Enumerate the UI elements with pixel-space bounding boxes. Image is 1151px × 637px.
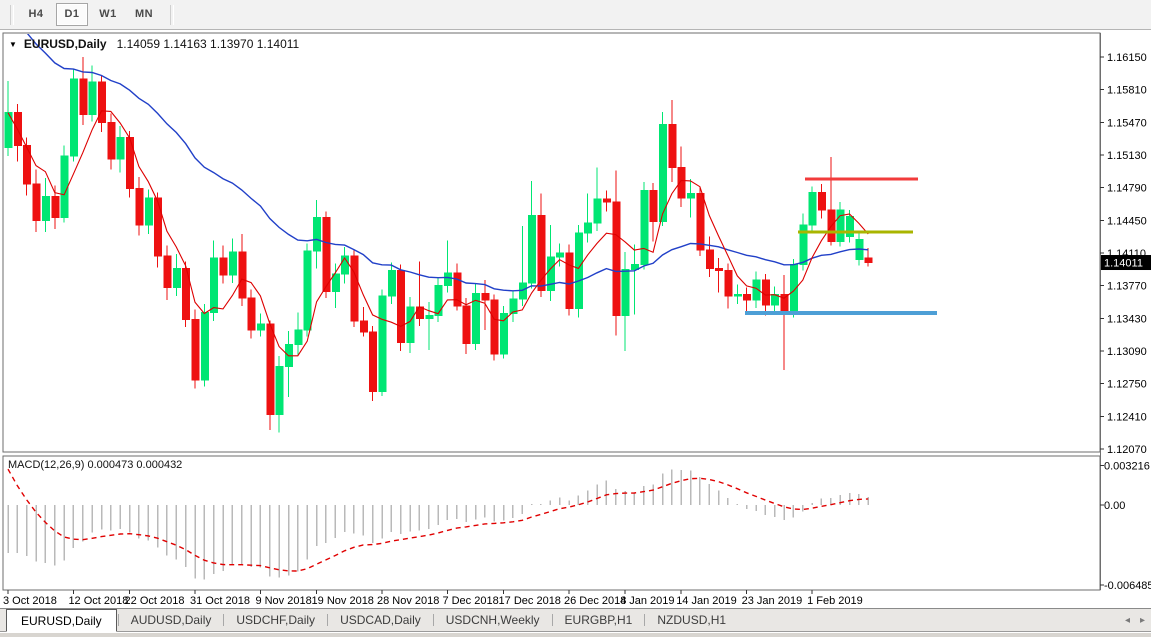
trading-terminal-window: H4D1W1MN 1.161501.158101.154701.151301.1… <box>0 0 1151 637</box>
date-axis-label: 28 Nov 2018 <box>377 595 439 607</box>
tab-eurgbp[interactable]: EURGBP,H1 <box>554 609 644 631</box>
date-axis-label: 26 Dec 2018 <box>564 595 626 607</box>
tab-eurusd[interactable]: EURUSD,Daily <box>6 609 117 632</box>
tab-usdcnh[interactable]: USDCNH,Weekly <box>435 609 551 631</box>
symbol-tabs: EURUSD,DailyAUDUSD,DailyUSDCHF,DailyUSDC… <box>6 609 737 631</box>
tab-scroll-arrows: ◂ ▸ <box>1125 609 1145 633</box>
chart-canvas[interactable]: 1.16150 1.15810 1.15470 1.15130 1.14790 1.144… <box>0 31 1151 608</box>
date-axis-label: 7 Dec 2018 <box>442 595 498 607</box>
date-axis-label: 14 Jan 2019 <box>676 595 737 607</box>
price-axis-label: 1.12750 <box>1107 379 1147 391</box>
timeframe-button-d1[interactable]: D1 <box>56 3 88 26</box>
price-axis-label: 1.13770 <box>1107 281 1147 293</box>
tab-scroll-right-icon[interactable]: ▸ <box>1140 616 1145 626</box>
tab-separator <box>644 614 645 626</box>
date-axis-label: 22 Oct 2018 <box>125 595 185 607</box>
timeframe-button-w1[interactable]: W1 <box>92 3 124 26</box>
tab-nzdusd[interactable]: NZDUSD,H1 <box>646 609 737 631</box>
price-axis-label: 1.13090 <box>1107 346 1147 358</box>
price-axis-label: 1.16150 <box>1107 52 1147 64</box>
date-axis-label: 4 Jan 2019 <box>620 595 674 607</box>
tab-usdcad[interactable]: USDCAD,Daily <box>329 609 432 631</box>
date-axis-label: 9 Nov 2018 <box>255 595 311 607</box>
date-axis-label: 19 Nov 2018 <box>312 595 374 607</box>
timeframe-toolbar: H4D1W1MN <box>0 0 1151 30</box>
tab-usdchf[interactable]: USDCHF,Daily <box>225 609 326 631</box>
symbol-tab-bar: EURUSD,DailyAUDUSD,DailyUSDCHF,DailyUSDC… <box>0 608 1151 632</box>
price-axis-label: 1.14450 <box>1107 215 1147 227</box>
main-chart-panel <box>3 33 1100 452</box>
date-axis-label: 1 Feb 2019 <box>807 595 863 607</box>
timeframe-button-h4[interactable]: H4 <box>20 3 52 26</box>
price-axis-label: 1.15470 <box>1107 117 1147 129</box>
tab-separator <box>433 614 434 626</box>
timeframe-button-mn[interactable]: MN <box>128 3 160 26</box>
price-axis-label: 1.13430 <box>1107 313 1147 325</box>
price-axis-label: 1.12070 <box>1107 444 1147 456</box>
tab-audusd[interactable]: AUDUSD,Daily <box>120 609 223 631</box>
toolbar-grip <box>170 5 174 25</box>
price-axis-label: 1.12410 <box>1107 411 1147 423</box>
tab-separator <box>552 614 553 626</box>
toolbar-grip <box>10 5 14 25</box>
date-axis-label: 17 Dec 2018 <box>499 595 561 607</box>
date-axis-label: 23 Jan 2019 <box>742 595 803 607</box>
date-axis-label: 3 Oct 2018 <box>3 595 57 607</box>
macd-axis-label: 0.00 <box>1104 500 1125 512</box>
price-axis-label: 1.14790 <box>1107 183 1147 195</box>
status-strip <box>0 633 1151 637</box>
macd-axis-label: 0.003216 <box>1104 460 1150 472</box>
tab-separator <box>327 614 328 626</box>
price-axis-label: 1.15130 <box>1107 150 1147 162</box>
tab-separator <box>118 614 119 626</box>
timeframe-buttons: H4D1W1MN <box>20 3 164 26</box>
date-axis-label: 31 Oct 2018 <box>190 595 250 607</box>
macd-axis-label: -0.006485 <box>1104 580 1151 592</box>
date-axis-label: 12 Oct 2018 <box>68 595 128 607</box>
tab-separator <box>223 614 224 626</box>
last-price-text: 1.14011 <box>1104 258 1143 270</box>
price-axis-label: 1.15810 <box>1107 85 1147 97</box>
tab-scroll-left-icon[interactable]: ◂ <box>1125 616 1130 626</box>
